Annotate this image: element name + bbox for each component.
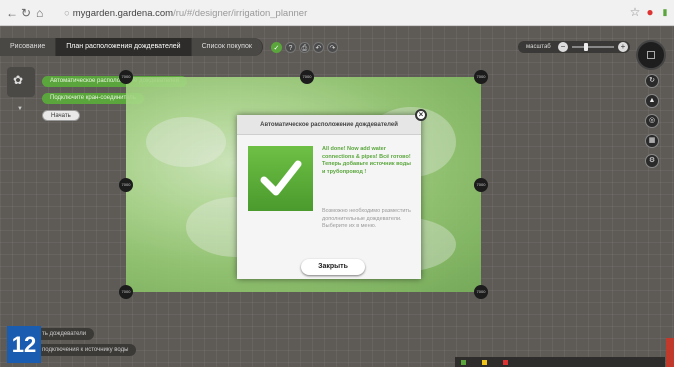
step-number-badge: 12: [7, 326, 41, 363]
extension-icon[interactable]: ●: [643, 5, 657, 19]
sprinkler-marker[interactable]: 7000: [119, 70, 133, 84]
redo-icon[interactable]: ↷: [326, 41, 338, 53]
side-tab[interactable]: [666, 338, 674, 367]
zoom-out-icon[interactable]: −: [558, 42, 568, 52]
tab-bar: Рисование План расположения дождевателей…: [0, 38, 338, 56]
zoom-label: масштаб: [526, 44, 551, 50]
sprinkler-marker[interactable]: 7000: [474, 178, 488, 192]
help-icon[interactable]: ?: [284, 41, 296, 53]
start-button[interactable]: Начать: [42, 110, 80, 121]
rotate-icon[interactable]: ↻: [645, 74, 659, 88]
zoom-slider[interactable]: масштаб − +: [518, 41, 630, 53]
result-dialog: Автоматическое расположение дождевателей…: [237, 109, 427, 279]
tab-sprinkler-plan[interactable]: План расположения дождевателей: [56, 38, 192, 56]
sprinkler-icon: ✿: [13, 73, 24, 87]
center-icon: [647, 51, 655, 59]
chevron-down-icon[interactable]: ▼: [17, 106, 23, 112]
pan-control[interactable]: [636, 40, 666, 70]
close-button[interactable]: Закрыть: [301, 259, 365, 275]
step-chip[interactable]: подключения к источнику воды: [30, 344, 137, 356]
tab-drawing[interactable]: Рисование: [0, 38, 57, 56]
sprinkler-marker[interactable]: 7000: [474, 285, 488, 299]
browser-toolbar: ← ↻ ⌂ ○ mygarden.gardena.com/ru/#/design…: [0, 0, 674, 26]
legend-bar: [455, 357, 665, 367]
signal-icon[interactable]: ▮: [658, 5, 672, 19]
address-bar[interactable]: ○ mygarden.gardena.com/ru/#/designer/irr…: [64, 4, 624, 22]
sprinkler-marker[interactable]: 7000: [300, 70, 314, 84]
dialog-title: Автоматическое расположение дождевателей: [237, 115, 421, 135]
grid-icon[interactable]: ▦: [645, 134, 659, 148]
checkmark-icon: [248, 146, 313, 211]
settings-icon[interactable]: ⚙: [645, 154, 659, 168]
url-host: mygarden.gardena.com: [72, 7, 174, 19]
url-path: /ru/#/designer/irrigation_planner: [173, 7, 308, 19]
right-toolbar: ↻ ▲ ◎ ▦ ⚙: [645, 74, 659, 168]
back-icon[interactable]: ←: [6, 6, 18, 20]
sprinkler-marker[interactable]: 7000: [119, 178, 133, 192]
close-icon[interactable]: ×: [415, 109, 427, 121]
tab-shopping-list[interactable]: Список покупок: [191, 38, 263, 56]
undo-icon[interactable]: ↶: [312, 41, 324, 53]
locate-icon[interactable]: ◎: [645, 114, 659, 128]
home-icon[interactable]: ⌂: [36, 6, 43, 20]
reload-icon[interactable]: ↻: [21, 6, 31, 20]
sprinkler-marker[interactable]: 7000: [119, 285, 133, 299]
dialog-note: Возможно необходимо разместить дополните…: [322, 208, 411, 229]
sprinkler-tool[interactable]: ✿: [7, 67, 35, 97]
layers-icon[interactable]: ▲: [645, 94, 659, 108]
check-icon[interactable]: ✓: [270, 41, 282, 53]
sprinkler-marker[interactable]: 7000: [474, 70, 488, 84]
star-icon[interactable]: ☆: [628, 5, 642, 19]
zoom-handle[interactable]: [584, 43, 588, 51]
page-icon: ○: [64, 7, 70, 19]
zoom-track[interactable]: [572, 46, 614, 48]
print-icon[interactable]: ⎙: [298, 41, 310, 53]
dialog-message: All done! Now add water connections & pi…: [322, 146, 411, 175]
zoom-in-icon[interactable]: +: [618, 42, 628, 52]
